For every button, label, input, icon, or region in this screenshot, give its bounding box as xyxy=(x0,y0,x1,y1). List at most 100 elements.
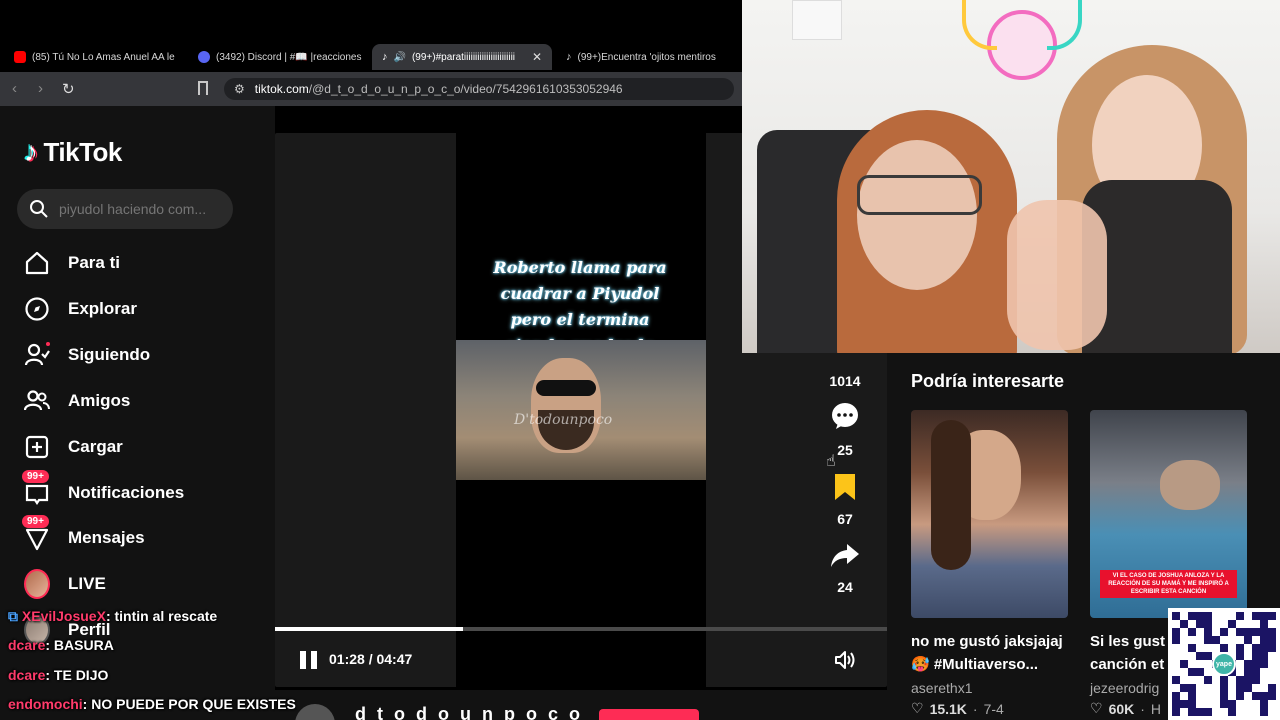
sidebar-item-notificaciones[interactable]: 99+ Notificaciones xyxy=(22,470,185,508)
chat-username: dcare xyxy=(8,667,46,683)
inbox-icon: 99+ xyxy=(22,470,50,506)
sidebar-item-label: Notificaciones xyxy=(68,483,185,502)
tab-title: (85) Tú No Lo Amas Anuel AA le xyxy=(32,51,175,63)
recommended-caption: no me gustó jaksjajaj xyxy=(911,633,1063,650)
comment-icon[interactable] xyxy=(830,401,860,431)
sunglasses xyxy=(536,380,596,396)
video-progress-bar[interactable] xyxy=(275,627,887,631)
messages-icon: 99+ xyxy=(22,515,50,551)
donation-qr-code: yape xyxy=(1168,608,1280,720)
heart-outline-icon: ♡ xyxy=(1090,700,1103,716)
url-field[interactable]: ⚙ tiktok.com/@d_t_o_d_o_u_n_p_o_c_o/vide… xyxy=(224,78,734,100)
close-tab-icon[interactable]: ✕ xyxy=(532,50,542,64)
chat-badge-icon: ⧉ xyxy=(8,608,22,624)
cursor-icon: ☝ xyxy=(826,453,836,470)
url-path: /@d_t_o_d_o_u_n_p_o_c_o/video/7542961610… xyxy=(308,82,623,96)
sidebar-item-amigos[interactable]: Amigos xyxy=(24,386,130,416)
chat-message: dcare: BASURA xyxy=(8,637,114,653)
sidebar-item-para-ti[interactable]: Para ti xyxy=(24,248,120,278)
author-avatar[interactable] xyxy=(295,704,335,720)
chat-text: : tintin al rescate xyxy=(105,608,218,624)
duration: 04:47 xyxy=(376,651,413,667)
tiktok-icon: ♪ xyxy=(566,51,572,63)
chat-text: : NO PUEDE POR QUE EXISTES xyxy=(82,696,296,712)
recommended-author[interactable]: aserethx1 xyxy=(911,680,1068,696)
recommended-thumbnail[interactable]: VI EL CASO DE JOSHUA ANLOZA Y LA REACCIÓ… xyxy=(1090,410,1247,618)
sidebar-item-explorar[interactable]: Explorar xyxy=(24,294,137,324)
url-host: tiktok.com xyxy=(254,82,309,96)
sidebar-item-label: Amigos xyxy=(68,391,131,410)
thumbnail-overlay-text: VI EL CASO DE JOSHUA ANLOZA Y LA REACCIÓ… xyxy=(1100,570,1237,598)
back-icon[interactable]: ‹ xyxy=(12,80,17,97)
recommended-date: H xyxy=(1150,700,1162,717)
search-bar[interactable] xyxy=(17,189,233,229)
video-time: 01:28 / 04:47 xyxy=(329,651,412,667)
chat-text: : BASURA xyxy=(45,637,114,653)
forward-icon[interactable]: › xyxy=(38,80,43,97)
sidebar-item-mensajes[interactable]: 99+ Mensajes xyxy=(22,515,145,553)
youtube-icon xyxy=(14,51,26,63)
like-count: 1014 xyxy=(829,373,861,389)
author-strip: d t o d o u n p o c o xyxy=(275,690,887,720)
browser-tab-tiktok-active[interactable]: ♪ 🔊 (99+)#paratiiiiiiiiiiiiiiiiiiiiiii ✕ xyxy=(372,44,552,70)
tiktok-note-icon: ♪ xyxy=(24,136,38,167)
recommended-caption-2: 🥵 #Multiaverso... xyxy=(911,656,1039,673)
address-bar: ‹ › ↻ ⚙ tiktok.com/@d_t_o_d_o_u_n_p_o_c_… xyxy=(0,72,742,106)
logo-text: TikTok xyxy=(43,136,123,167)
sidebar-item-siguiendo[interactable]: Siguiendo xyxy=(24,340,150,370)
recommended-video-card[interactable]: no me gustó jaksjajaj 🥵 #Multiaverso... … xyxy=(911,410,1068,717)
sidebar-item-cargar[interactable]: Cargar xyxy=(24,432,123,462)
tab-title: (3492) Discord | #📖 |reacciones xyxy=(216,51,362,63)
chat-username: XEvilJosueX xyxy=(21,608,106,624)
likes-value: 60K xyxy=(1108,700,1135,717)
recommended-date: 7-4 xyxy=(983,700,1004,717)
raised-hand xyxy=(1007,200,1107,350)
chat-username: endomochi xyxy=(8,696,83,712)
video-watermark: D'todounpoco xyxy=(514,412,613,428)
bookmark-save-icon[interactable] xyxy=(830,472,860,502)
save-count: 67 xyxy=(837,511,853,527)
search-input[interactable] xyxy=(59,201,224,217)
compass-icon xyxy=(24,296,50,322)
sidebar-item-label: Siguiendo xyxy=(68,345,151,364)
time-separator: / xyxy=(364,651,377,667)
tiktok-sidebar: ♪ TikTok Para ti Explorar Siguiendo xyxy=(0,106,275,720)
reload-icon[interactable]: ↻ xyxy=(62,80,75,98)
neon-wing-right xyxy=(1047,0,1082,50)
speaker-icon: 🔊 xyxy=(393,51,406,63)
caption-line: pero el termina xyxy=(510,310,650,329)
author-name[interactable]: d t o d o u n p o c o xyxy=(355,704,583,720)
video-progress-fill xyxy=(275,627,463,631)
browser-tab-youtube[interactable]: (85) Tú No Lo Amas Anuel AA le xyxy=(4,44,184,70)
recommended-thumbnail[interactable] xyxy=(911,410,1068,618)
friends-icon xyxy=(24,388,50,414)
face-left xyxy=(857,140,977,290)
follow-button[interactable] xyxy=(599,709,699,720)
share-count: 24 xyxy=(837,579,853,595)
sidebar-item-label: Mensajes xyxy=(68,528,145,547)
chat-message: endomochi: NO PUEDE POR QUE EXISTES xyxy=(8,696,296,712)
neon-wing-left xyxy=(962,0,997,50)
browser-tab-tiktok[interactable]: ♪ (99+)Encuentra 'ojitos mentiros xyxy=(556,44,736,70)
date-separator-icon: · xyxy=(972,700,978,717)
streamer-webcam xyxy=(742,0,1280,353)
recommended-likes: ♡ 15.1K · 7-4 xyxy=(911,700,1068,717)
sidebar-item-label: LIVE xyxy=(68,574,106,593)
heart-outline-icon: ♡ xyxy=(911,700,924,716)
tiktok-logo[interactable]: ♪ TikTok xyxy=(24,136,122,168)
sidebar-item-label: Para ti xyxy=(68,253,120,272)
tab-title: (99+)Encuentra 'ojitos mentiros xyxy=(577,51,716,63)
upload-icon xyxy=(24,434,50,460)
current-time: 01:28 xyxy=(329,651,365,667)
share-icon[interactable] xyxy=(830,540,860,570)
volume-icon[interactable] xyxy=(833,648,857,672)
browser-tab-discord[interactable]: (3492) Discord | #📖 |reacciones xyxy=(188,44,368,70)
sidebar-item-live[interactable]: LIVE xyxy=(24,569,106,599)
discord-icon xyxy=(198,51,210,63)
bookmark-icon[interactable] xyxy=(198,81,208,95)
site-settings-icon[interactable]: ⚙ xyxy=(234,82,245,96)
likes-value: 15.1K xyxy=(929,700,967,717)
pause-icon[interactable] xyxy=(300,651,318,669)
chat-username: dcare xyxy=(8,637,46,653)
date-separator-icon: · xyxy=(1140,700,1145,717)
